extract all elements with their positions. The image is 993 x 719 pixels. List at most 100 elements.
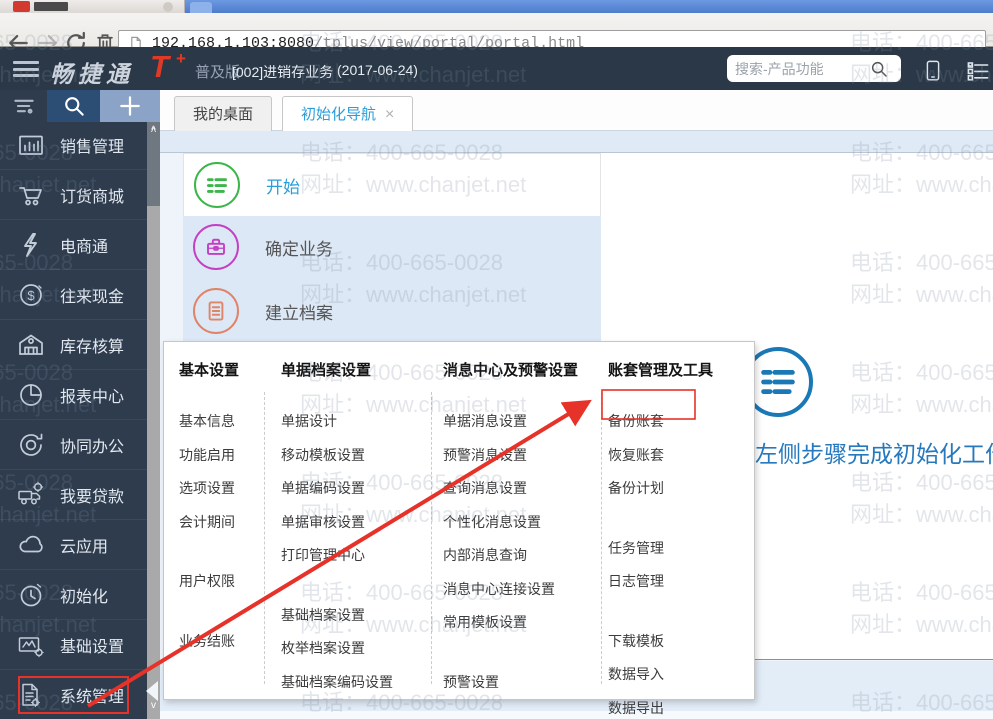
menu-item[interactable]: 下载模板 <box>608 625 713 659</box>
sidebar-item-label: 初始化 <box>60 588 109 606</box>
cloud-app-icon <box>16 530 46 560</box>
tab-close-icon[interactable] <box>163 2 173 12</box>
menu-item[interactable]: 基础档案设置 <box>281 599 393 633</box>
sidebar-item-label: 协同办公 <box>60 438 125 456</box>
browser-tab-title <box>34 2 68 11</box>
new-tab-button[interactable] <box>190 2 212 13</box>
menu-burger-icon[interactable] <box>13 61 39 77</box>
menu-item[interactable]: 选项设置 <box>179 472 239 506</box>
start-list-icon <box>194 162 240 208</box>
browser-tab[interactable] <box>0 0 185 13</box>
menu-item[interactable]: 会计期间 <box>179 506 239 540</box>
menu-item[interactable]: 任务管理 <box>608 532 713 566</box>
system-manage-doc-icon <box>16 680 46 710</box>
menu-item[interactable]: 备份计划 <box>608 472 713 506</box>
menu-divider <box>264 392 265 684</box>
menu-divider <box>431 392 432 684</box>
ecommerce-bolt-icon <box>16 230 46 260</box>
menu-item[interactable]: 用户权限 <box>179 565 239 599</box>
brand-plus-icon: + <box>176 49 186 68</box>
task-list-icon[interactable] <box>966 58 990 84</box>
menu-item[interactable]: 常用模板设置 <box>443 606 578 640</box>
menu-item[interactable]: 消息中心连接设置 <box>443 573 578 607</box>
menu-item[interactable]: 打印管理中心 <box>281 539 393 573</box>
step-start-row[interactable]: 开始 <box>183 153 601 216</box>
sidebar-item-10[interactable]: 初始化 <box>0 570 147 620</box>
sidebar-item-label: 我要贷款 <box>60 488 125 506</box>
menu-item[interactable]: 数据导入 <box>608 658 713 692</box>
menu-item[interactable]: 单据消息设置 <box>443 405 578 439</box>
sidebar-search-icon[interactable] <box>47 90 100 122</box>
menu-group: 基本信息 功能启用 选项设置 会计期间 <box>179 405 239 539</box>
browser-titlebar <box>0 0 993 13</box>
menu-item[interactable]: 单据审核设置 <box>281 506 393 540</box>
svg-text:$: $ <box>27 288 35 303</box>
brand-logo: 畅捷通 <box>50 61 134 87</box>
account-label[interactable]: [002]进销存业务 <box>232 62 333 82</box>
menu-column-4: 账套管理及工具备份账套 恢复账套 备份计划任务管理 日志管理下载模板 数据导入 数据导出 <box>608 359 713 719</box>
sidebar-add-icon[interactable] <box>100 90 160 122</box>
sidebar-item-1[interactable]: 销售管理 <box>0 120 147 170</box>
app-window: 192.168.1.103:8080/tplus/view/portal/por… <box>0 0 993 719</box>
sidebar-filter-icon[interactable] <box>0 90 47 122</box>
step-business-row[interactable]: 确定业务 <box>193 224 333 270</box>
menu-item[interactable]: 预警消息设置 <box>443 439 578 473</box>
menu-item[interactable]: 移动模板设置 <box>281 439 393 473</box>
mobile-app-icon[interactable] <box>921 58 945 84</box>
close-icon[interactable]: × <box>385 97 394 132</box>
sidebar-item-7[interactable]: 协同办公 <box>0 420 147 470</box>
menu-item[interactable]: 数据导出 <box>608 692 713 719</box>
sidebar-item-8[interactable]: 我要贷款 <box>0 470 147 520</box>
menu-item[interactable]: 日志管理 <box>608 565 713 599</box>
step-archive-row[interactable]: 建立档案 <box>193 288 333 334</box>
sidebar-item-label: 基础设置 <box>60 638 125 656</box>
menu-item[interactable]: 查询消息设置 <box>443 472 578 506</box>
sidebar-item-5[interactable]: 库存核算 <box>0 320 147 370</box>
menu-item[interactable]: 单据编码设置 <box>281 472 393 506</box>
sidebar-collapse-icon[interactable] <box>146 681 158 701</box>
menu-item[interactable]: 基本信息 <box>179 405 239 439</box>
menu-item[interactable]: 功能启用 <box>179 439 239 473</box>
menu-column-1: 基本设置 基本信息 功能启用 选项设置 会计期间 用户权限 业务结账 <box>179 359 239 658</box>
inventory-warehouse-icon <box>16 330 46 360</box>
menu-item[interactable]: 基础档案编码设置 <box>281 666 393 700</box>
date-label: (2017-06-24) <box>337 62 418 78</box>
basic-settings-icon <box>16 630 46 660</box>
search-icon[interactable] <box>869 59 889 79</box>
sidebar-item-label: 系统管理 <box>60 688 125 706</box>
sidebar-item-9[interactable]: 云应用 <box>0 520 147 570</box>
sidebar-item-12[interactable]: 系统管理 <box>0 670 147 719</box>
tab-my-desktop[interactable]: 我的桌面 <box>174 96 273 131</box>
step-label: 确定业务 <box>265 239 333 259</box>
search-input[interactable] <box>735 60 865 77</box>
tab-init-nav[interactable]: 初始化导航 × <box>282 96 414 132</box>
scroll-down-icon[interactable]: v <box>147 700 160 711</box>
sidebar-item-4[interactable]: $ 往来现金 <box>0 270 147 320</box>
content-scrollbar[interactable]: ˄​ ^ v <box>147 122 160 719</box>
menu-item[interactable]: 备份账套 <box>608 405 713 439</box>
menu-column-title: 账套管理及工具 <box>608 362 714 379</box>
business-briefcase-icon <box>193 224 239 270</box>
menu-item[interactable]: 恢复账套 <box>608 439 713 473</box>
sidebar-item-6[interactable]: 报表中心 <box>0 370 147 420</box>
sidebar-item-label: 电商通 <box>60 238 109 256</box>
content-top-band <box>160 131 993 153</box>
menu-item[interactable]: 预警设置 <box>443 666 578 700</box>
browser-favicon <box>13 1 30 12</box>
menu-item[interactable]: 枚举档案设置 <box>281 632 393 666</box>
step-label: 开始 <box>266 177 300 197</box>
collaboration-sync-icon <box>16 430 46 460</box>
brand-t-icon: T <box>150 49 169 84</box>
menu-group: 预警设置 <box>443 666 578 700</box>
menu-item[interactable]: 内部消息查询 <box>443 539 578 573</box>
menu-item[interactable]: 个性化消息设置 <box>443 506 578 540</box>
menu-item[interactable]: 单据设计 <box>281 405 393 439</box>
content-bottom-strip <box>160 711 993 719</box>
sidebar-item-3[interactable]: 电商通 <box>0 220 147 270</box>
sidebar-item-2[interactable]: 订货商城 <box>0 170 147 220</box>
sidebar-item-label: 往来现金 <box>60 288 125 306</box>
menu-group: 单据设计 移动模板设置 单据编码设置 单据审核设置 打印管理中心 <box>281 405 393 573</box>
menu-item[interactable]: 业务结账 <box>179 625 239 659</box>
initialization-clock-icon <box>16 580 46 610</box>
sidebar-item-11[interactable]: 基础设置 <box>0 620 147 670</box>
